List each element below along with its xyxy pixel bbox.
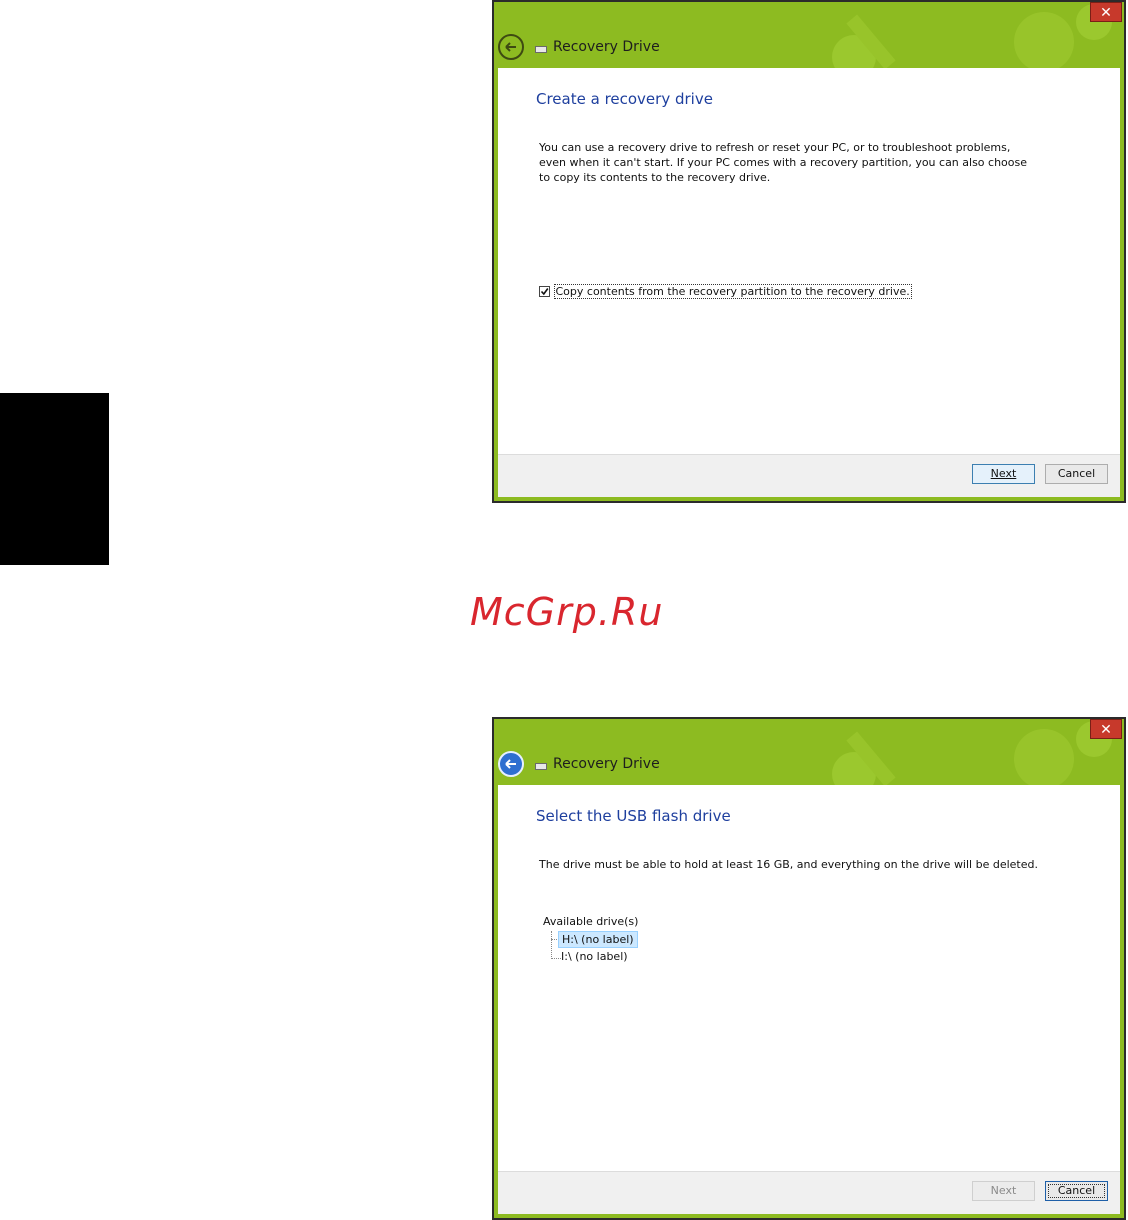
footer-bar: Next Cancel xyxy=(498,1171,1120,1214)
drive-icon xyxy=(535,46,547,53)
next-button[interactable]: Next xyxy=(972,464,1035,484)
back-arrow-icon xyxy=(505,42,516,52)
tree-root-label: Available drive(s) xyxy=(543,915,639,928)
drive-item-i[interactable]: I:\ (no label) xyxy=(558,949,631,964)
back-button[interactable] xyxy=(498,751,524,777)
content-pane: Create a recovery drive You can use a re… xyxy=(498,68,1120,497)
titlebar-decoration xyxy=(832,721,1112,785)
back-arrow-icon xyxy=(505,759,516,769)
cancel-label: Cancel xyxy=(1057,1184,1096,1197)
drive-item-h[interactable]: H:\ (no label) xyxy=(558,931,638,948)
copy-partition-checkbox[interactable] xyxy=(539,285,550,297)
drive-icon xyxy=(535,763,547,770)
close-button[interactable]: ✕ xyxy=(1090,719,1122,739)
page-heading: Create a recovery drive xyxy=(536,90,713,108)
close-icon: ✕ xyxy=(1100,5,1112,21)
cancel-button[interactable]: Cancel xyxy=(1045,1181,1108,1201)
back-button[interactable] xyxy=(498,34,524,60)
next-label: Next xyxy=(990,1184,1017,1197)
footer-bar: Next Cancel xyxy=(498,454,1120,497)
page-heading: Select the USB flash drive xyxy=(536,807,731,825)
checkmark-icon xyxy=(540,287,549,295)
recovery-drive-window-1: ✕ Recovery Drive Create a recovery drive… xyxy=(492,0,1126,503)
window-title: Recovery Drive xyxy=(553,756,660,772)
recovery-drive-window-2: ✕ Recovery Drive Select the USB flash dr… xyxy=(492,717,1126,1220)
copy-partition-label[interactable]: Copy contents from the recovery partitio… xyxy=(553,283,912,299)
copy-partition-option[interactable]: Copy contents from the recovery partitio… xyxy=(539,283,912,299)
black-side-tab xyxy=(0,393,109,565)
titlebar: ✕ Recovery Drive xyxy=(494,719,1124,785)
tree-connector xyxy=(551,931,552,959)
window-title: Recovery Drive xyxy=(553,39,660,55)
description-text: You can use a recovery drive to refresh … xyxy=(539,141,1028,184)
watermark: McGrp.Ru xyxy=(470,590,664,634)
content-pane: Select the USB flash drive The drive mus… xyxy=(498,785,1120,1214)
next-button[interactable]: Next xyxy=(972,1181,1035,1201)
close-button[interactable]: ✕ xyxy=(1090,2,1122,22)
next-label: Next xyxy=(990,467,1017,480)
titlebar-decoration xyxy=(832,4,1112,68)
titlebar: ✕ Recovery Drive xyxy=(494,2,1124,68)
description-text: The drive must be able to hold at least … xyxy=(539,858,1038,871)
close-icon: ✕ xyxy=(1100,722,1112,738)
cancel-button[interactable]: Cancel xyxy=(1045,464,1108,484)
cancel-label: Cancel xyxy=(1057,467,1096,480)
